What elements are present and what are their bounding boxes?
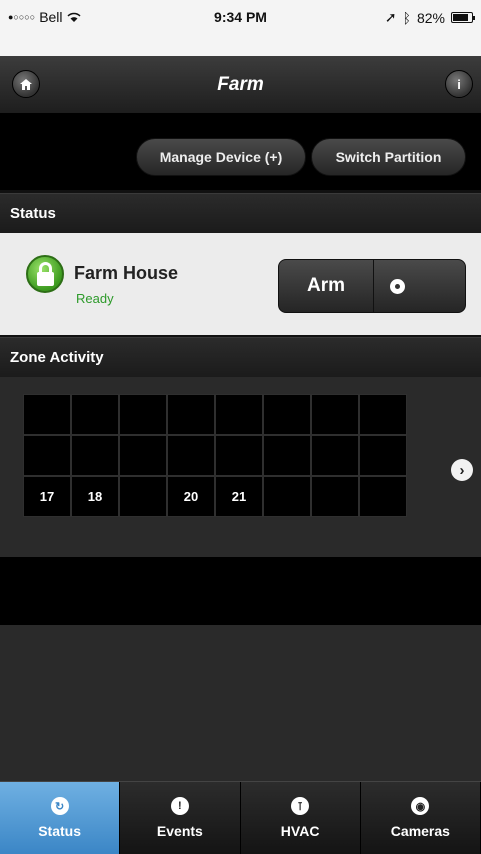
status-section-header: Status [0, 193, 481, 233]
partition-name: Farm House [74, 263, 179, 283]
partition-state: Ready [76, 291, 114, 306]
zone-cell[interactable]: 20 [168, 477, 214, 516]
nav-bar: Farm i [0, 56, 481, 114]
empty-band [0, 557, 481, 625]
zone-cell[interactable]: 21 [216, 477, 262, 516]
info-button[interactable]: i [445, 70, 473, 98]
zone-cell[interactable] [360, 436, 406, 475]
location-icon: ➚ [384, 9, 397, 25]
tab-label: Cameras [390, 823, 450, 839]
arm-button[interactable]: Arm [279, 260, 373, 312]
zone-cell[interactable] [264, 436, 310, 475]
zone-grid: 17 18 20 21 [23, 394, 407, 517]
page-title: Farm [217, 74, 264, 95]
gear-icon [390, 278, 405, 294]
zone-cell[interactable] [360, 395, 406, 434]
zone-cell[interactable] [360, 477, 406, 516]
zone-cell[interactable] [120, 395, 166, 434]
tab-bar: ↻ Status! Events ⊺ HVAC ◉ Cameras [0, 781, 481, 854]
status-indicators: ➚ ᛒ 82% [384, 9, 475, 26]
zone-cell[interactable] [216, 395, 262, 434]
zone-cell[interactable] [168, 436, 214, 475]
warning-icon: ! [170, 797, 189, 815]
battery-percent: 82% [416, 9, 445, 26]
unlocked-lock-icon [26, 255, 64, 293]
zone-activity-panel: 17 18 20 21 › [0, 377, 481, 557]
zone-cell[interactable] [120, 477, 166, 516]
bluetooth-icon: ᛒ [402, 9, 411, 26]
zone-cell[interactable] [264, 477, 310, 516]
zone-cell[interactable] [312, 477, 358, 516]
battery-icon [451, 12, 475, 23]
zone-cell[interactable] [24, 436, 70, 475]
zone-cell[interactable] [312, 395, 358, 434]
tab-cameras[interactable]: ◉ Cameras [361, 782, 481, 854]
zone-cell[interactable] [72, 395, 118, 434]
ios-status-bar: ●○○○○ Bell 9:34 PM ➚ ᛒ 82% [0, 0, 481, 56]
tab-label: Events [156, 823, 203, 839]
action-bar: Manage Device (+) Switch Partition [0, 114, 481, 190]
refresh-icon: ↻ [50, 797, 69, 815]
partition-status-row: Farm House Ready Arm [0, 233, 481, 335]
tab-hvac[interactable]: ⊺ HVAC [241, 782, 361, 854]
tab-status[interactable]: ↻ Status [0, 782, 121, 854]
empty-area [0, 625, 481, 781]
next-page-button[interactable]: › [451, 459, 473, 481]
zone-cell[interactable]: 17 [24, 477, 70, 516]
info-icon: i [457, 76, 461, 92]
tab-label: HVAC [280, 823, 320, 839]
arm-settings-button[interactable] [374, 260, 465, 312]
chevron-right-icon: › [459, 461, 465, 479]
thermometer-icon: ⊺ [291, 797, 310, 815]
zone-cell[interactable] [312, 436, 358, 475]
eye-icon: ◉ [411, 797, 430, 815]
tab-events[interactable]: ! Events [120, 782, 241, 854]
zone-activity-header: Zone Activity [0, 337, 481, 377]
zone-cell[interactable] [264, 395, 310, 434]
zone-cell[interactable] [120, 436, 166, 475]
manage-device-button[interactable]: Manage Device (+) [136, 138, 306, 176]
zone-cell[interactable]: 18 [72, 477, 118, 516]
zone-cell[interactable] [72, 436, 118, 475]
zone-cell[interactable] [168, 395, 214, 434]
arm-control: Arm [278, 259, 466, 313]
zone-cell[interactable] [216, 436, 262, 475]
switch-partition-button[interactable]: Switch Partition [311, 138, 466, 176]
tab-label: Status [38, 823, 82, 839]
zone-cell[interactable] [24, 395, 70, 434]
